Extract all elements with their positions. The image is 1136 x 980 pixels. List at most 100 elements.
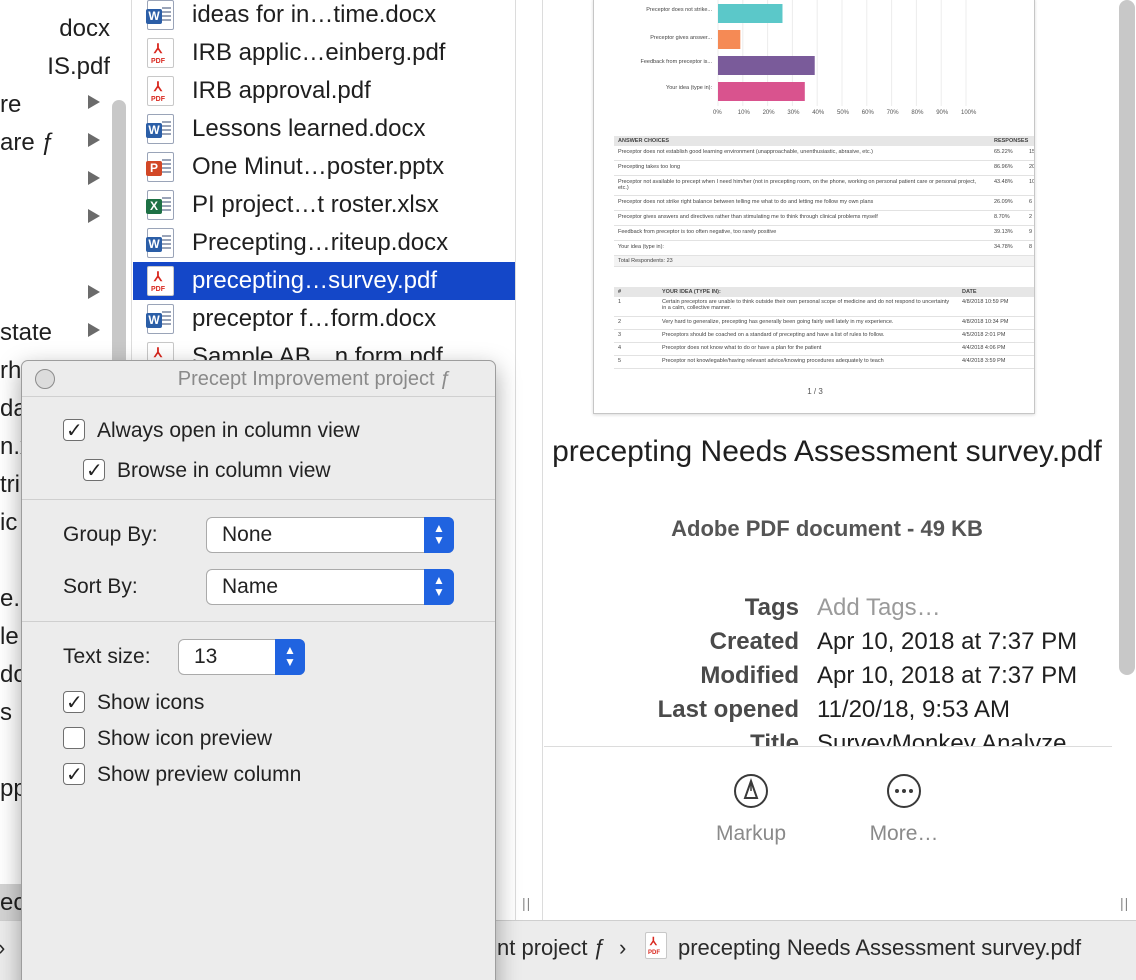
file-row[interactable]: P One Minut…poster.pptx (133, 148, 515, 186)
file-name: PI project…t roster.xlsx (192, 191, 439, 218)
total-respondents: Total Respondents: 23 (618, 258, 673, 264)
answer-count: 10 (1029, 179, 1035, 185)
metadata-row: Modified Apr 10, 2018 at 7:37 PM (544, 659, 1114, 693)
disclosure-arrow-icon[interactable] (88, 133, 100, 147)
table-header: # (618, 289, 622, 295)
text-size-popup[interactable]: 13 ▲ ▼ (178, 639, 305, 675)
list-item-label: s (0, 699, 12, 726)
file-name: One Minut…poster.pptx (192, 153, 445, 180)
checkbox-icon[interactable] (63, 727, 85, 749)
word-doc-icon: W (146, 304, 174, 334)
view-options-titlebar[interactable]: Precept Improvement project ƒ (22, 361, 495, 397)
idea-date: 4/4/2018 4:06 PM (962, 345, 1006, 351)
metadata-row: Last opened 11/20/18, 9:53 AM (544, 693, 1114, 727)
tick-label: 90% (936, 110, 949, 116)
file-row[interactable]: W Lessons learned.docx (133, 110, 515, 148)
file-row[interactable]: ⅄ PDF IRB applic…einberg.pdf (133, 34, 515, 72)
popup-arrows-icon: ▲ ▼ (275, 639, 305, 675)
checkbox-label: Show preview column (97, 763, 302, 786)
file-row[interactable]: W ideas for in…time.docx (133, 0, 515, 34)
popup-arrows-icon: ▲ ▼ (424, 569, 454, 605)
table-row: 3 Preceptors should be coached on a stand… (614, 330, 1034, 343)
list-item-label: state (0, 319, 53, 346)
table-row: Preceptor does not strike right balance … (614, 196, 1034, 211)
idea-text: Preceptors should be coached on a standa… (662, 332, 885, 338)
metadata-value: 11/20/18, 9:53 AM (817, 696, 1011, 723)
chart-bar (718, 82, 805, 101)
file-row[interactable]: W Precepting…riteup.docx (133, 224, 515, 262)
idea-date: 4/8/2018 10:34 PM (962, 319, 1009, 325)
column-scrollbar[interactable] (112, 100, 126, 380)
table-header: YOUR IDEA (TYPE IN): (662, 289, 721, 295)
ideas-table: # YOUR IDEA (TYPE IN): DATE 1 Certain prece… (614, 287, 1034, 369)
preview-file-kind: Adobe PDF document - 49 KB (671, 516, 983, 541)
file-name: IRB approval.pdf (192, 77, 371, 104)
preview-file-title: precepting Needs Assessment survey.pdf (552, 435, 1102, 468)
idea-number: 5 (618, 358, 622, 364)
popup-arrows-icon: ▲ ▼ (424, 517, 454, 553)
file-row[interactable]: ⅄ PDF IRB approval.pdf (133, 72, 515, 110)
disclosure-arrow-icon[interactable] (88, 209, 100, 223)
file-name: Precepting…riteup.docx (192, 229, 449, 256)
table-row: 4 Preceptor does not know what to do or h… (614, 343, 1034, 356)
answer-count: 9 (1029, 229, 1033, 235)
answer-text: Precepting takes too long (618, 164, 681, 170)
column-resize-handle-icon[interactable]: || (1120, 895, 1129, 911)
divider (544, 746, 1112, 747)
answer-text: Preceptor does not establish good learni… (618, 149, 873, 155)
table-row: Feedback from preceptor is too often neg… (614, 226, 1034, 241)
checkbox-icon[interactable]: ✓ (63, 691, 85, 714)
group-by-popup[interactable]: None ▲ ▼ (206, 517, 454, 553)
disclosure-arrow-icon[interactable] (88, 285, 100, 299)
file-row[interactable]: W preceptor f…form.docx (133, 300, 515, 338)
chart-bar (718, 4, 783, 23)
pdf-icon: ⅄PDF (147, 38, 174, 68)
metadata-row: Title SurveyMonkey Analyze (544, 727, 1114, 746)
idea-text: Certain preceptors are unable to think o… (662, 299, 950, 311)
disclosure-arrow-icon[interactable] (88, 95, 100, 109)
file-row[interactable]: X PI project…t roster.xlsx (133, 186, 515, 224)
markup-button[interactable]: Markup (696, 774, 806, 846)
list-item[interactable]: docx (0, 10, 110, 48)
file-row-selected[interactable]: ⅄ PDF precepting…survey.pdf (133, 262, 515, 300)
column-resize-handle-icon[interactable]: || (522, 895, 531, 911)
disclosure-arrow-icon[interactable] (88, 323, 100, 337)
popup-value: None (222, 523, 273, 546)
sort-by-popup[interactable]: Name ▲ ▼ (206, 569, 454, 605)
file-name: IRB applic…einberg.pdf (192, 39, 446, 66)
pdf-thumbnail[interactable]: Preceptor does not strike... Preceptor g… (593, 0, 1035, 414)
metadata-key: Last opened (657, 696, 799, 723)
checkbox-icon[interactable]: ✓ (83, 459, 105, 482)
bar-label: Your idea (type in): (666, 85, 712, 91)
list-item[interactable]: IS.pdf (0, 48, 110, 86)
path-item-parent[interactable]: nt project ƒ (497, 935, 606, 961)
file-name: ideas for in…time.docx (192, 1, 437, 28)
checkbox-icon[interactable]: ✓ (63, 763, 85, 786)
word-doc-icon: W (146, 114, 174, 144)
more-button[interactable]: More… (849, 774, 959, 846)
table-row: Precepting takes too long 86.96% 20 (614, 161, 1034, 176)
checkbox-label: Show icon preview (97, 727, 273, 750)
pdf-icon: ⅄PDF (147, 266, 174, 296)
list-item-label: IS.pdf (47, 53, 110, 80)
checkbox-icon[interactable]: ✓ (63, 419, 85, 442)
idea-number: 1 (618, 299, 622, 305)
table-header: DATE (962, 289, 977, 295)
tick-label: 70% (886, 110, 899, 116)
answer-text: Preceptor gives answers and directives r… (618, 214, 878, 220)
disclosure-arrow-icon[interactable] (88, 171, 100, 185)
preview-scrollbar[interactable] (1119, 0, 1135, 675)
tick-label: 20% (762, 110, 775, 116)
column-divider[interactable]: || (515, 0, 543, 920)
group-by-label: Group By: (63, 523, 158, 546)
chart-bar (718, 30, 741, 49)
path-item-current[interactable]: precepting Needs Assessment survey.pdf (678, 935, 1081, 961)
answer-count: 2 (1029, 214, 1033, 220)
list-item-label: le (0, 623, 19, 650)
file-name: Lessons learned.docx (192, 115, 426, 142)
checkbox-label: Always open in column view (97, 419, 360, 442)
answers-table: ANSWER CHOICES RESPONSES Preceptor does n… (614, 136, 1035, 267)
add-tags-field[interactable]: Add Tags… (817, 591, 941, 625)
answer-percent: 26.09% (994, 199, 1013, 205)
answer-count: 15 (1029, 149, 1035, 155)
